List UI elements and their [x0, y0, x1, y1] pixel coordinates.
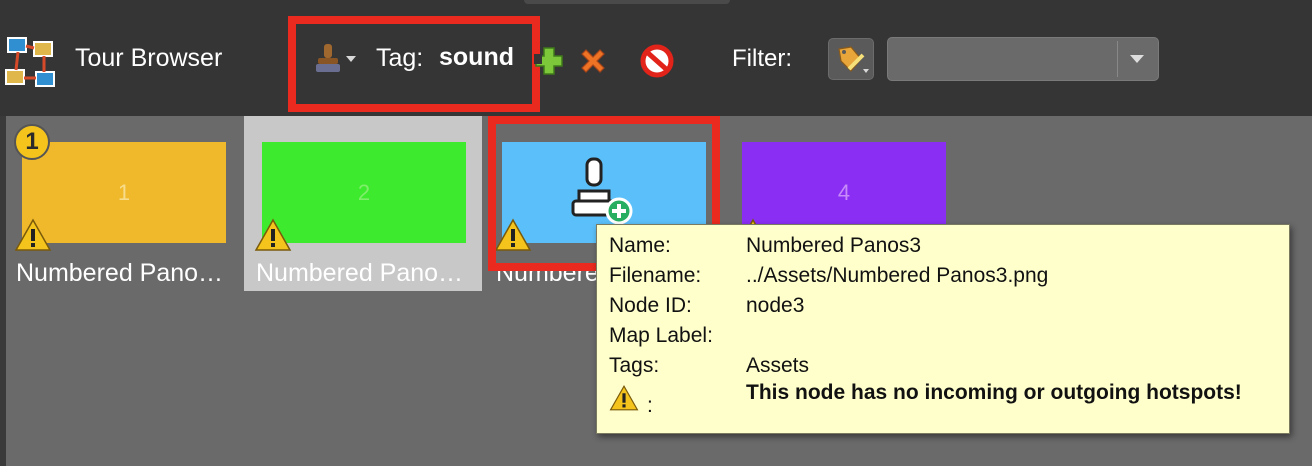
tooltip-key-text: :	[647, 394, 653, 417]
tile-number: 2	[357, 179, 371, 205]
warning-icon	[14, 218, 52, 251]
filter-tag-button[interactable]	[828, 38, 874, 80]
warning-icon	[254, 218, 292, 251]
tooltip-value: node3	[746, 294, 805, 317]
warning-icon	[609, 384, 639, 411]
no-entry-icon[interactable]	[640, 44, 674, 78]
tooltip-key: :	[609, 384, 733, 417]
tooltip-value: Assets	[746, 354, 810, 377]
tour-browser-icon	[5, 37, 55, 87]
tooltip-value: Numbered Panos3	[746, 234, 922, 257]
filter-select-divider	[1117, 41, 1118, 77]
tile-label[interactable]: Numbered Pano…	[256, 259, 463, 288]
tile-number: 1	[117, 179, 131, 205]
tile-number: 4	[837, 179, 851, 205]
tooltip-value: ../Assets/Numbered Panos3.png	[746, 264, 1049, 287]
tooltip-key: Name:	[609, 234, 671, 257]
tile-thumbnail-1[interactable]: 1	[22, 142, 226, 243]
top-strip	[524, 0, 730, 4]
chevron-down-icon[interactable]	[1130, 55, 1144, 63]
browser-edge	[0, 116, 6, 466]
tooltip-value: This node has no incoming or outgoing ho…	[746, 381, 1242, 404]
node-info-tooltip: Name: Numbered Panos3 Filename: ../Asset…	[596, 224, 1290, 434]
count-badge: 1	[14, 124, 50, 160]
plus-icon[interactable]	[532, 44, 566, 78]
filter-label: Filter:	[732, 45, 792, 72]
x-icon[interactable]	[576, 44, 610, 78]
tooltip-key: Tags:	[609, 354, 660, 377]
highlight-box-tag	[288, 16, 540, 112]
tooltip-key: Map Label:	[609, 324, 713, 347]
tooltip-key: Node ID:	[609, 294, 692, 317]
tooltip-key: Filename:	[609, 264, 702, 287]
app-title: Tour Browser	[75, 44, 223, 72]
tag-pencil-icon	[838, 46, 869, 73]
filter-select[interactable]	[887, 37, 1159, 81]
tile-label[interactable]: Numbered Pano…	[16, 259, 223, 288]
tile-thumbnail-2[interactable]: 2	[262, 142, 466, 243]
